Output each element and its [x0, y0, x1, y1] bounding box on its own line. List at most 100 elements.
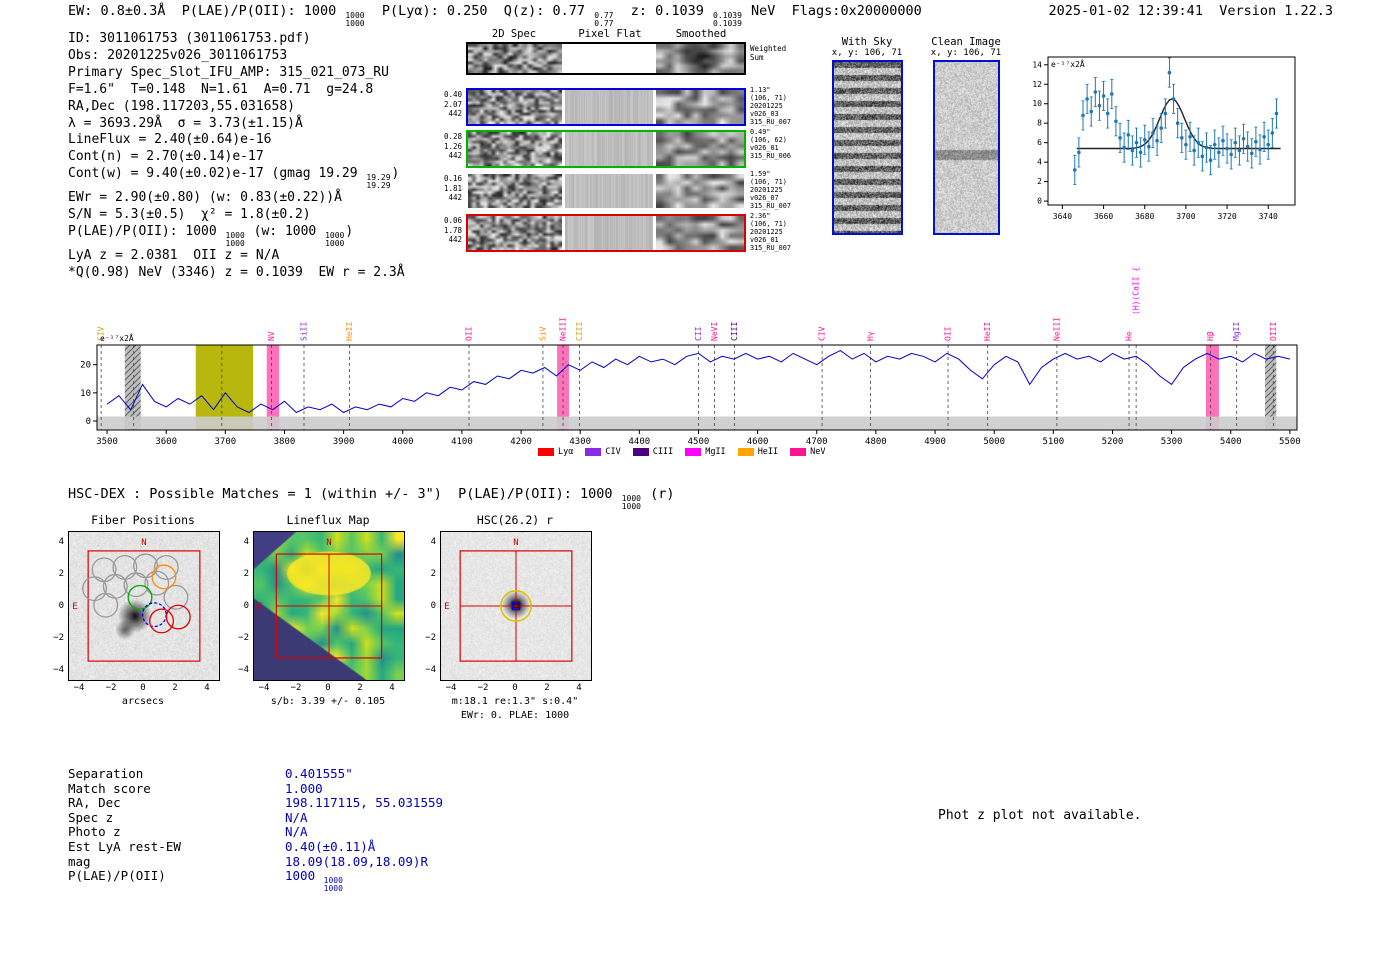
info-block: ID: 3011061753 (3011061753.pdf) Obs: 2020…: [68, 31, 405, 282]
match-table-value: 198.117115, 55.031559: [285, 795, 444, 811]
svg-text:E: E: [72, 602, 77, 612]
info-line: Cont(w) = 9.40(±0.02)e-17 (gmag 19.29 19…: [68, 166, 400, 191]
svg-text:N: N: [326, 538, 331, 548]
svg-text:6: 6: [1037, 138, 1042, 147]
spectrum-legend: Lyα CIV CIII MgII HeII NeV: [538, 447, 826, 457]
svg-text:OII: OII: [944, 326, 953, 341]
svg-text:MgII: MgII: [1232, 322, 1241, 341]
spec2d-row-strip: [466, 130, 746, 168]
svg-text:E: E: [444, 602, 449, 612]
info-line: EWr = 2.90(±0.80) (w: 0.83(±0.22))Å: [68, 190, 342, 206]
header-summary: EW: 0.8±0.3Å P(LAE)/P(OII): 1000 1000 100…: [68, 3, 922, 28]
axis-tick-label: 0: [512, 683, 518, 693]
axis-tick-label: −4: [238, 665, 249, 675]
axis-tick-label: 4: [243, 537, 249, 547]
legend-item: CIII: [632, 447, 674, 457]
clean-image: [933, 60, 1000, 235]
spec2d-row-left-labels: 0.40 2.07 442: [443, 90, 462, 118]
match-table-row: P(LAE)/P(OII) 1000 1000 1000: [68, 868, 443, 894]
legend-item: MgII: [685, 447, 726, 457]
spec2d-row-smoothed-image: [656, 174, 744, 208]
photz-note: Phot z plot not available.: [938, 808, 1142, 823]
axis-tick-label: 2: [357, 683, 363, 693]
axis-tick-label: 4: [576, 683, 582, 693]
legend-swatch: [737, 448, 754, 456]
full-spectrum-plot: CIV NV SiII HeII OII SiV NeIII CIII CII NeVI CIII C…: [80, 267, 1301, 447]
svg-text:4600: 4600: [747, 437, 769, 447]
legend-label: CIV: [605, 447, 621, 457]
svg-text:NV: NV: [267, 331, 276, 341]
elixer-report: EW: 0.8±0.3Å P(LAE)/P(OII): 1000 1000 100…: [0, 0, 1400, 953]
match-table-row: Photo z N/A: [68, 825, 443, 840]
fiber-positions-overlay: NE: [72, 538, 201, 662]
legend-label: MgII: [705, 447, 726, 457]
weighted-sum-strip: [466, 42, 746, 75]
legend-label: CIII: [652, 447, 674, 457]
svg-text:(H)(CaII {: (H)(CaII {: [1132, 267, 1141, 315]
hsc-mag-label: m:18.1 re:1.3" s:0.4": [451, 696, 579, 707]
axis-tick-label: −2: [477, 683, 489, 693]
svg-text:4: 4: [1037, 158, 1042, 167]
stacked-fraction: 1000 1000: [323, 876, 343, 894]
match-table-row: Match score 1.000: [68, 780, 443, 797]
spec2d-row-pixelflat-image: [565, 132, 653, 166]
stacked-fraction: 0.1039 0.1039: [713, 11, 742, 28]
stacked-fraction: 1000 1000: [325, 231, 345, 249]
axis-tick-label: 4: [204, 683, 210, 693]
spec2d-row-smoothed-image: [656, 132, 744, 166]
svg-text:4100: 4100: [451, 437, 473, 447]
svg-text:HeII: HeII: [345, 322, 354, 341]
info-line: S/N = 5.3(±0.5) χ² = 1.8(±0.2): [68, 207, 311, 223]
svg-text:5300: 5300: [1161, 437, 1183, 447]
match-table-label: P(LAE)/P(OII): [68, 868, 166, 884]
match-table-label: Match score: [68, 780, 151, 796]
svg-text:0: 0: [86, 417, 91, 427]
info-line: ID: 3011061753 (3011061753.pdf): [68, 31, 311, 46]
spec2d-row-pixelflat-image: [565, 216, 653, 250]
stacked-fraction: 1000 1000: [225, 231, 245, 249]
clean-image-title: Clean Image: [931, 36, 1001, 48]
svg-text:OII: OII: [465, 326, 474, 341]
info-line: Cont(n) = 2.70(±0.14)e-17: [68, 149, 264, 165]
axis-tick-label: 0: [325, 683, 331, 693]
svg-text:N: N: [141, 538, 146, 548]
legend-item: NeV: [790, 447, 826, 457]
spec2d-row-strip: [466, 214, 746, 252]
svg-text:HeII: HeII: [983, 322, 992, 341]
match-table-value: 1.000: [285, 780, 323, 796]
svg-text:SiV: SiV: [538, 326, 547, 341]
svg-text:5400: 5400: [1220, 437, 1242, 447]
axis-tick-label: −4: [53, 665, 64, 675]
svg-text:5500: 5500: [1279, 437, 1301, 447]
weighted-smoothed-image: [656, 44, 744, 73]
withsky-image: [832, 60, 903, 235]
legend-item: Lyα: [538, 447, 573, 457]
axis-tick-label: 0: [140, 683, 146, 693]
svg-text:4700: 4700: [806, 437, 828, 447]
svg-text:Hβ: Hβ: [1206, 331, 1215, 341]
legend-swatch: [685, 448, 702, 456]
svg-text:He: He: [1125, 331, 1134, 341]
svg-text:4000: 4000: [392, 437, 414, 447]
svg-text:NeIII: NeIII: [1052, 317, 1061, 341]
match-table-value: N/A: [285, 824, 308, 840]
svg-text:OIII: OIII: [1269, 322, 1278, 341]
spec2d-row-2dspec-image: [468, 216, 562, 250]
svg-text:CIII: CIII: [730, 322, 739, 341]
svg-text:3740: 3740: [1259, 212, 1278, 221]
spec2d-row-left-labels: 0.16 1.81 442: [443, 174, 462, 202]
legend-swatch: [585, 448, 602, 456]
svg-text:Hγ: Hγ: [866, 331, 875, 341]
col-header-smoothed: Smoothed: [675, 28, 727, 40]
withsky-xy-label: x, y: 106, 71: [831, 48, 903, 58]
svg-text:0: 0: [1037, 197, 1042, 206]
svg-text:N: N: [513, 538, 518, 548]
axis-tick-label: −4: [258, 683, 270, 693]
match-table-label: Separation: [68, 766, 144, 781]
axis-tick-label: 2: [430, 569, 436, 579]
svg-text:3600: 3600: [155, 437, 177, 447]
svg-text:4800: 4800: [865, 437, 887, 447]
stacked-fraction: 0.77 0.77: [594, 11, 614, 28]
svg-text:5200: 5200: [1102, 437, 1124, 447]
axis-tick-label: 4: [58, 537, 64, 547]
